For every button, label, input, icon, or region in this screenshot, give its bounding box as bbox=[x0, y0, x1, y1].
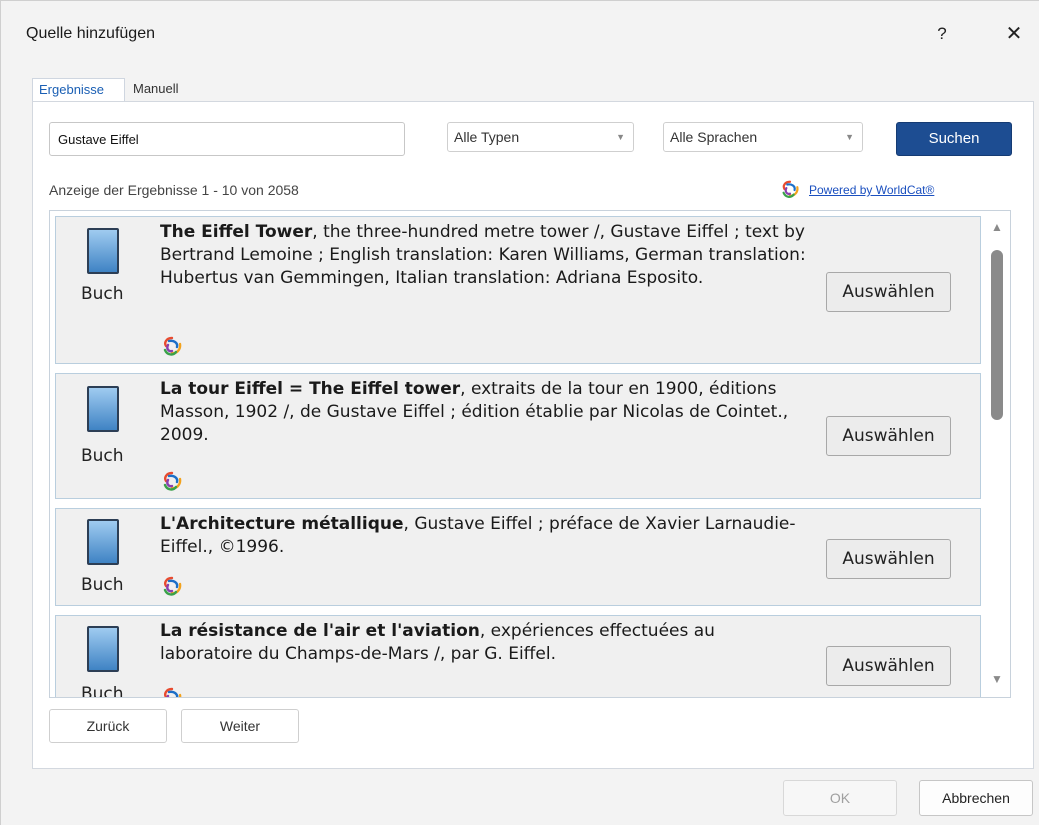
scroll-up-arrow-icon[interactable]: ▲ bbox=[987, 220, 1007, 238]
chevron-down-icon: ▼ bbox=[616, 132, 625, 142]
result-title: La tour Eiffel = The Eiffel tower bbox=[160, 379, 461, 399]
close-button[interactable]: ✕ bbox=[997, 19, 1031, 49]
search-input[interactable] bbox=[49, 122, 405, 156]
book-type-label: Buch bbox=[81, 284, 124, 304]
result-title: The Eiffel Tower bbox=[160, 222, 313, 242]
close-icon: ✕ bbox=[1005, 23, 1023, 45]
add-source-dialog: Quelle hinzufügen ? ✕ Ergebnisse Manuell… bbox=[0, 0, 1039, 825]
worldcat-icon[interactable] bbox=[160, 470, 184, 494]
worldcat-logo-icon bbox=[782, 180, 799, 198]
language-filter-select[interactable]: Alle Sprachen ▼ bbox=[663, 122, 863, 152]
result-item: Buch La résistance de l'air et l'aviatio… bbox=[55, 615, 981, 698]
result-title: L'Architecture métallique bbox=[160, 514, 404, 534]
select-result-button[interactable]: Auswählen bbox=[826, 646, 951, 686]
book-icon bbox=[87, 228, 119, 274]
ok-button[interactable]: OK bbox=[783, 780, 897, 816]
chevron-down-icon: ▼ bbox=[845, 132, 854, 142]
select-result-button[interactable]: Auswählen bbox=[826, 416, 951, 456]
cancel-button[interactable]: Abbrechen bbox=[919, 780, 1033, 816]
result-item: Buch The Eiffel Tower, the three-hundred… bbox=[55, 216, 981, 364]
type-filter-select[interactable]: Alle Typen ▼ bbox=[447, 122, 634, 152]
result-text: La tour Eiffel = The Eiffel tower, extra… bbox=[160, 378, 810, 447]
worldcat-link[interactable]: Powered by WorldCat® bbox=[809, 183, 934, 197]
worldcat-icon[interactable] bbox=[160, 335, 184, 359]
results-count: Anzeige der Ergebnisse 1 - 10 von 2058 bbox=[49, 182, 299, 198]
worldcat-icon[interactable] bbox=[160, 575, 184, 599]
scroll-thumb[interactable] bbox=[991, 250, 1003, 420]
tab-manual-entry[interactable]: Manuell ausfüllen bbox=[127, 78, 191, 118]
results-scrollbar[interactable]: ▲ ▼ bbox=[987, 216, 1007, 694]
book-type-label: Buch bbox=[81, 575, 124, 595]
help-button[interactable]: ? bbox=[927, 19, 957, 49]
language-filter-value: Alle Sprachen bbox=[670, 129, 758, 145]
book-icon bbox=[87, 519, 119, 565]
book-type-label: Buch bbox=[81, 684, 124, 698]
result-title: La résistance de l'air et l'aviation bbox=[160, 621, 480, 641]
select-result-button[interactable]: Auswählen bbox=[826, 272, 951, 312]
select-result-button[interactable]: Auswählen bbox=[826, 539, 951, 579]
title-bar: Quelle hinzufügen ? ✕ bbox=[1, 1, 1039, 67]
book-icon bbox=[87, 386, 119, 432]
search-button[interactable]: Suchen bbox=[896, 122, 1012, 156]
worldcat-attribution: Powered by WorldCat® bbox=[779, 178, 934, 202]
result-item: Buch L'Architecture métallique, Gustave … bbox=[55, 508, 981, 606]
book-type-label: Buch bbox=[81, 446, 124, 466]
type-filter-value: Alle Typen bbox=[454, 129, 520, 145]
book-icon bbox=[87, 626, 119, 672]
result-item: Buch La tour Eiffel = The Eiffel tower, … bbox=[55, 373, 981, 499]
next-page-button[interactable]: Weiter bbox=[181, 709, 299, 743]
previous-page-button[interactable]: Zurück bbox=[49, 709, 167, 743]
result-text: La résistance de l'air et l'aviation, ex… bbox=[160, 620, 810, 666]
results-list-box[interactable]: Buch The Eiffel Tower, the three-hundred… bbox=[49, 210, 1011, 698]
result-text: The Eiffel Tower, the three-hundred metr… bbox=[160, 221, 810, 290]
dialog-title: Quelle hinzufügen bbox=[26, 25, 155, 42]
tab-results[interactable]: Ergebnisse bbox=[32, 78, 125, 102]
result-text: L'Architecture métallique, Gustave Eiffe… bbox=[160, 513, 810, 559]
scroll-down-arrow-icon[interactable]: ▼ bbox=[987, 672, 1007, 690]
worldcat-icon[interactable] bbox=[160, 686, 184, 698]
